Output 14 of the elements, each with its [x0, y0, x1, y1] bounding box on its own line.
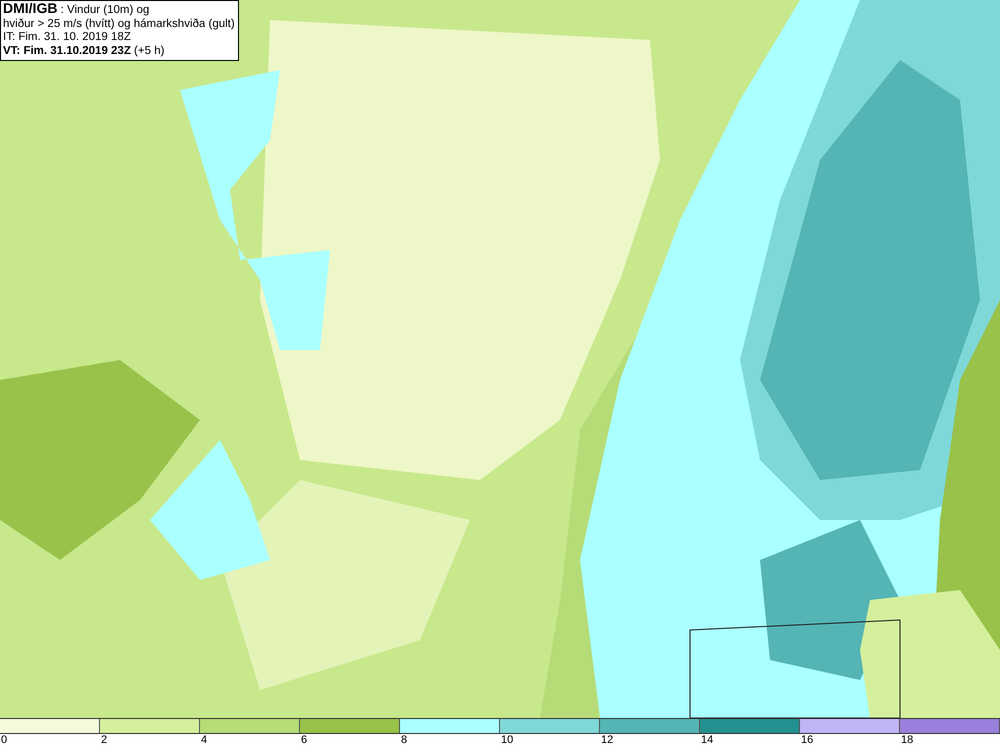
legend-tick-label: 6 [300, 734, 308, 747]
legend-tick-label: 2 [100, 734, 108, 747]
legend-tick-label: 16 [800, 734, 814, 747]
legend-tick-label: 10 [500, 734, 514, 747]
legend-tick-label: 8 [400, 734, 408, 747]
title-text: IT: Fim. 31. 10. 2019 18Z [3, 31, 132, 44]
legend-tick-label: 4 [200, 734, 208, 747]
legend-tick-label: 0 [0, 734, 8, 747]
legend-tick-label: 18 [900, 734, 914, 747]
title-text: VT: Fim. 31.10.2019 23Z (+5 h) [3, 44, 166, 58]
title-text: hviður > 25 m/s (hvítt) og hámarkshviða (gult) [3, 18, 235, 31]
title-text: DMI/IGB : Vindur (10m) og [3, 2, 150, 18]
legend-tick-label: 14 [700, 734, 714, 747]
legend-tick-label: 12 [600, 734, 614, 747]
